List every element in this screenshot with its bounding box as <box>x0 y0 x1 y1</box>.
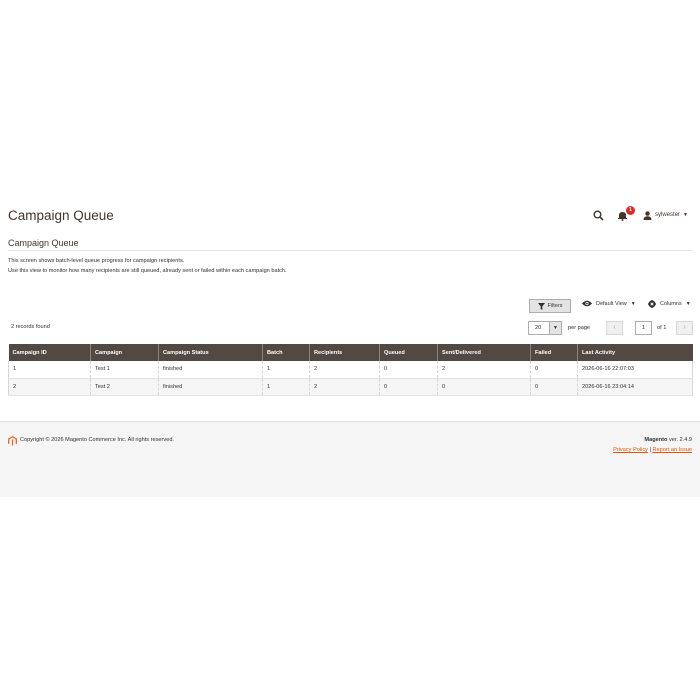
column-header[interactable]: Campaign Status <box>158 344 263 361</box>
notifications-button[interactable]: 1 <box>617 206 636 222</box>
notification-count-badge: 1 <box>626 206 636 215</box>
per-page-select[interactable]: 20 ▼ <box>528 321 562 335</box>
copyright-text: Copyright © 2026 Magento Commerce Inc. A… <box>20 437 174 443</box>
cell-recipients: 2 <box>309 378 380 396</box>
cell-batch: 1 <box>262 361 310 379</box>
funnel-icon <box>537 302 545 310</box>
campaign-queue-grid: Campaign ID Campaign Campaign Status Bat… <box>8 344 693 396</box>
cell-failed: 0 <box>530 361 578 379</box>
gear-icon <box>648 300 656 308</box>
user-icon <box>643 210 652 220</box>
page-footer: Copyright © 2026 Magento Commerce Inc. A… <box>0 421 700 497</box>
report-issue-link[interactable]: Report an Issue <box>653 447 693 453</box>
grid-header-row: Campaign ID Campaign Campaign Status Bat… <box>8 344 693 361</box>
privacy-policy-link[interactable]: Privacy Policy <box>613 447 648 453</box>
page-header: Campaign Queue 1 sylwester ▼ <box>8 204 692 228</box>
cell-campaign-status: finished <box>158 361 263 379</box>
chevron-down-icon: ▼ <box>549 322 561 334</box>
column-header[interactable]: Campaign <box>90 344 159 361</box>
username: sylwester <box>655 212 681 218</box>
filters-label: Filters <box>547 303 563 309</box>
cell-campaign-status: finished <box>158 378 263 396</box>
section-title: Campaign Queue <box>8 238 79 248</box>
cell-sent-delivered: 0 <box>437 378 531 396</box>
cell-queued: 0 <box>379 361 438 379</box>
cell-last-activity: 2026-06-16 23:04:14 <box>577 378 693 396</box>
cell-failed: 0 <box>530 378 578 396</box>
previous-page-button[interactable]: ‹ <box>606 321 623 335</box>
column-header[interactable]: Queued <box>379 344 438 361</box>
page-number-input[interactable]: 1 <box>635 321 652 335</box>
description-line-1: This screen shows batch-level queue prog… <box>8 258 185 264</box>
version-info: Magento ver. 2.4.9 <box>644 437 692 443</box>
cell-sent-delivered: 2 <box>437 361 531 379</box>
description-line-2: Use this view to monitor how many recipi… <box>8 268 287 274</box>
per-page-value: 20 <box>535 325 542 331</box>
columns-label: Columns <box>660 301 682 307</box>
cell-recipients: 2 <box>309 361 380 379</box>
cell-queued: 0 <box>379 378 438 396</box>
product-name: Magento <box>644 437 668 443</box>
page-title: Campaign Queue <box>8 208 114 223</box>
default-view-dropdown[interactable]: Default View ▼ <box>582 300 636 307</box>
column-header[interactable]: Campaign ID <box>8 344 91 361</box>
column-header[interactable]: Sent/Delivered <box>437 344 531 361</box>
search-icon[interactable] <box>593 208 607 222</box>
grid-toolbar: Filters Default View ▼ Columns ▼ <box>8 299 692 313</box>
user-menu[interactable]: sylwester ▼ <box>643 210 688 220</box>
column-header[interactable]: Last Activity <box>577 344 693 361</box>
magento-logo <box>8 436 17 446</box>
chevron-down-icon: ▼ <box>683 212 688 218</box>
cell-campaign-id: 2 <box>8 378 91 396</box>
default-view-label: Default View <box>596 300 627 307</box>
version-number: ver. 2.4.9 <box>667 437 692 443</box>
column-header[interactable]: Recipients <box>309 344 380 361</box>
chevron-down-icon: ▼ <box>685 301 691 307</box>
cell-campaign-id: 1 <box>8 361 91 379</box>
next-page-button[interactable]: › <box>676 321 693 335</box>
column-header[interactable]: Failed <box>530 344 578 361</box>
table-row[interactable]: 2 Test 2 finished 1 2 0 0 0 2026-06-16 2… <box>8 378 693 396</box>
cell-batch: 1 <box>262 378 310 396</box>
column-header[interactable]: Batch <box>262 344 310 361</box>
cell-campaign: Test 1 <box>90 361 159 379</box>
records-found: 2 records found <box>11 324 50 330</box>
cell-campaign: Test 2 <box>90 378 159 396</box>
total-pages: of 1 <box>657 325 667 331</box>
cell-last-activity: 2026-06-16 22:07:03 <box>577 361 693 379</box>
per-page-label: per page <box>568 325 591 331</box>
link-separator: | <box>649 447 651 453</box>
header-actions: 1 sylwester ▼ <box>593 206 688 222</box>
table-row[interactable]: 1 Test 1 finished 1 2 0 2 0 2026-06-16 2… <box>8 361 693 379</box>
section-divider <box>8 250 692 251</box>
filters-button[interactable]: Filters <box>529 299 571 313</box>
footer-links: Privacy Policy | Report an Issue <box>613 447 692 453</box>
chevron-down-icon: ▼ <box>630 300 636 307</box>
eye-icon <box>582 300 592 307</box>
columns-dropdown[interactable]: Columns ▼ <box>648 300 691 308</box>
